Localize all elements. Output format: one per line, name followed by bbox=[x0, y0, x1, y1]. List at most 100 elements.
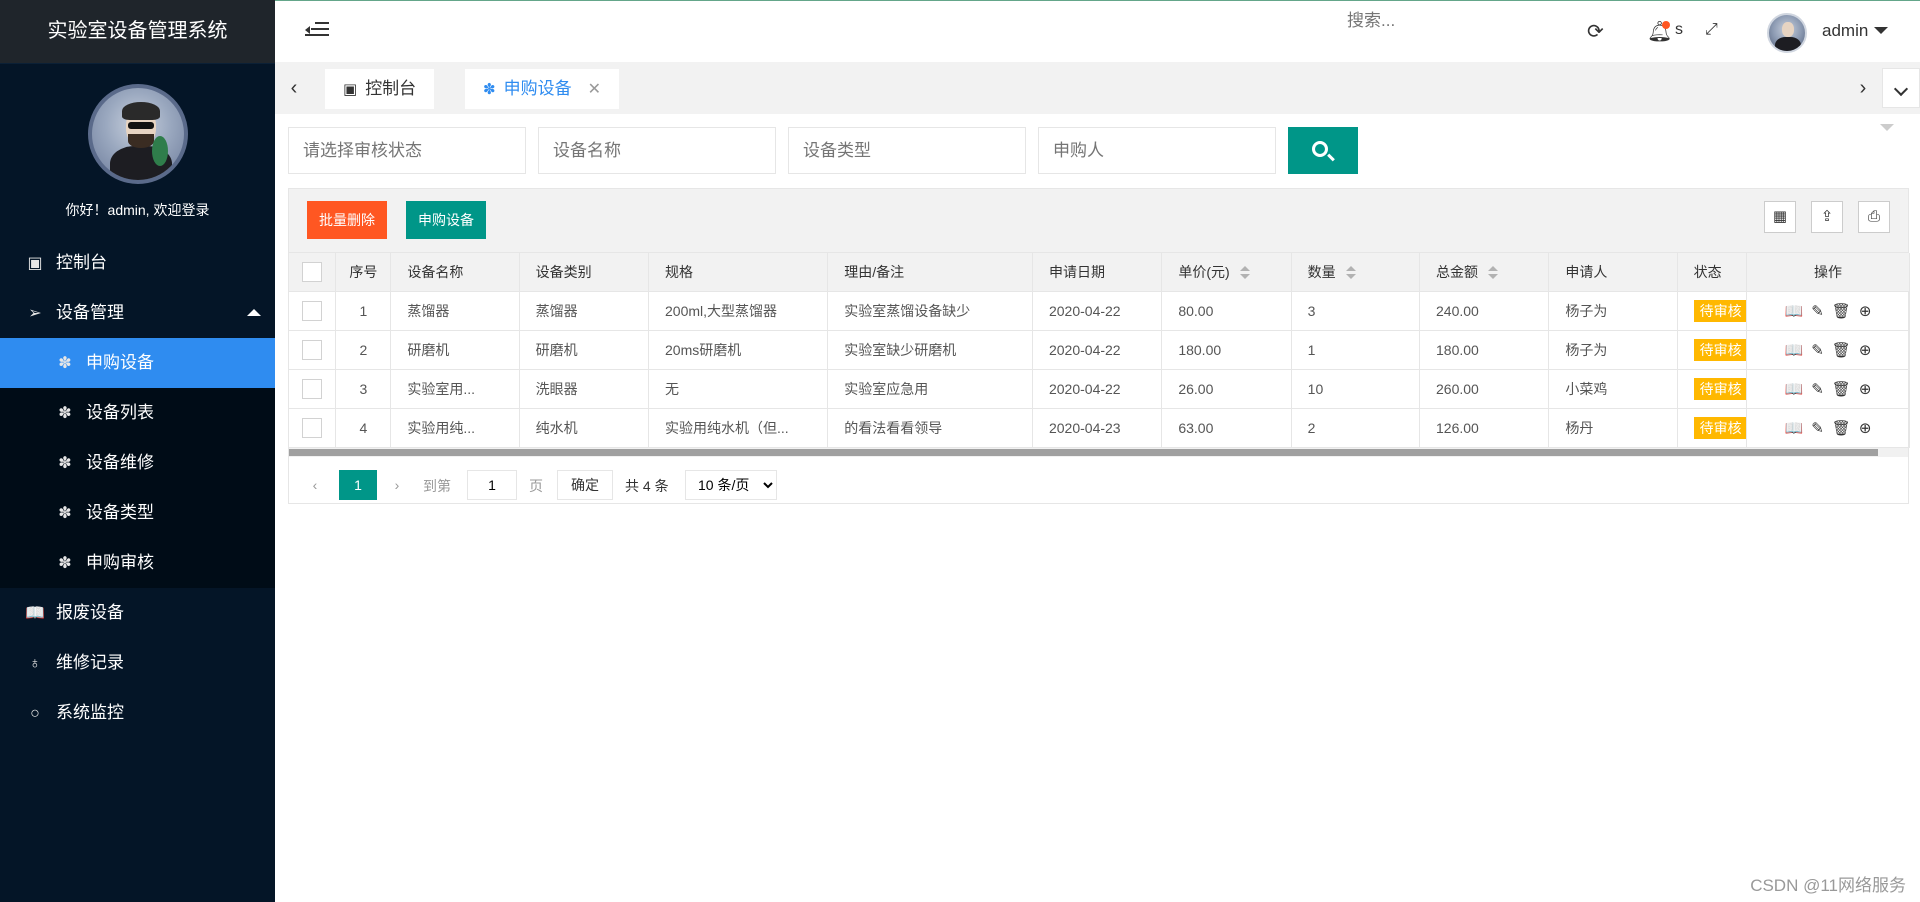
cell-name: 实验室用... bbox=[390, 369, 520, 409]
sort-icon[interactable] bbox=[1488, 266, 1498, 280]
cell-category: 研磨机 bbox=[519, 330, 650, 370]
column-header: 设备名称 bbox=[390, 253, 520, 292]
cell-actions: 📖 ✎ 🗑 ⊕ bbox=[1746, 408, 1911, 448]
page-prev-icon[interactable]: ‹ bbox=[303, 470, 327, 500]
sidebar-item-device-repair[interactable]: ✽ 设备维修 bbox=[0, 438, 275, 488]
sidebar-item-device-management[interactable]: ➢ 设备管理 bbox=[0, 288, 275, 338]
caret-up-icon bbox=[247, 309, 261, 316]
book-icon: 📖 bbox=[25, 605, 45, 622]
sidebar-item-repair-records[interactable]: ♁ 维修记录 bbox=[0, 638, 275, 688]
column-header-sortable[interactable]: 单价(元) bbox=[1161, 253, 1292, 292]
purchase-device-button[interactable]: 申购设备 bbox=[406, 201, 486, 239]
scrollbar-thumb[interactable] bbox=[289, 448, 1878, 456]
search-button[interactable] bbox=[1288, 127, 1358, 174]
cell-name: 蒸馏器 bbox=[390, 291, 520, 331]
avatar[interactable] bbox=[87, 84, 188, 184]
delete-icon[interactable]: 🗑 bbox=[1832, 420, 1851, 437]
search-input[interactable] bbox=[1347, 11, 1467, 31]
cell-status: 待审核 bbox=[1677, 291, 1747, 331]
sidebar-item-label: 设备管理 bbox=[56, 303, 124, 322]
add-circle-icon[interactable]: ⊕ bbox=[1859, 381, 1872, 398]
sidebar-item-purchase-device[interactable]: ✽ 申购设备 bbox=[0, 338, 275, 388]
sidebar-item-dashboard[interactable]: ▣ 控制台 bbox=[0, 238, 275, 288]
tab-purchase-device[interactable]: ✽ 申购设备 ✕ bbox=[465, 69, 619, 109]
nav-menu: ▣ 控制台 ➢ 设备管理 ✽ 申购设备 ✽ 设备列表 ✽ 设备维修 ✽ 设备类型 ✽ 申购审核 bbox=[0, 238, 275, 738]
sidebar-item-purchase-review[interactable]: ✽ 申购审核 bbox=[0, 538, 275, 588]
cell-total: 260.00 bbox=[1419, 369, 1550, 409]
goto-label: 到第 bbox=[423, 477, 451, 494]
row-checkbox[interactable] bbox=[302, 300, 323, 321]
cell-no: 3 bbox=[335, 369, 392, 409]
edit-icon[interactable]: ✎ bbox=[1811, 303, 1824, 320]
edit-icon[interactable]: ✎ bbox=[1811, 420, 1824, 437]
user-avatar[interactable] bbox=[1767, 13, 1807, 53]
edit-icon[interactable]: ✎ bbox=[1811, 342, 1824, 359]
sidebar-item-device-type[interactable]: ✽ 设备类型 bbox=[0, 488, 275, 538]
goto-page-input[interactable] bbox=[467, 469, 517, 500]
user-menu[interactable]: admin bbox=[1822, 21, 1889, 41]
sidebar-item-device-list[interactable]: ✽ 设备列表 bbox=[0, 388, 275, 438]
tab-prev-icon[interactable]: ‹ bbox=[275, 62, 313, 114]
applicant-input[interactable] bbox=[1038, 127, 1276, 174]
table-row: 1 蒸馏器 蒸馏器 200ml,大型蒸馏器 实验室蒸馏设备缺少 2020-04-… bbox=[289, 291, 1911, 331]
sidebar-toggle-icon[interactable] bbox=[305, 18, 329, 42]
row-checkbox[interactable] bbox=[302, 339, 323, 360]
horizontal-scrollbar[interactable] bbox=[289, 447, 1908, 457]
add-circle-icon[interactable]: ⊕ bbox=[1859, 342, 1872, 359]
sidebar-item-system-monitor[interactable]: ○ 系统监控 bbox=[0, 688, 275, 738]
add-circle-icon[interactable]: ⊕ bbox=[1859, 303, 1872, 320]
page-current[interactable]: 1 bbox=[339, 469, 377, 500]
table-toolbar: 批量删除 申购设备 ▦ ⇪ ⎙ bbox=[289, 189, 1908, 253]
close-icon[interactable]: ✕ bbox=[588, 81, 601, 98]
sort-icon[interactable] bbox=[1239, 266, 1250, 280]
tab-dashboard[interactable]: ▣ 控制台 bbox=[325, 69, 435, 109]
sidebar: 实验室设备管理系统 你好！admin, 欢迎登录 ▣ 控制台 ➢ 设备管理 ✽ 申购设… bbox=[0, 0, 275, 902]
view-icon[interactable]: 📖 bbox=[1785, 342, 1804, 359]
export-icon[interactable]: ⇪ bbox=[1811, 201, 1843, 233]
device-type-input[interactable] bbox=[788, 127, 1026, 174]
delete-icon[interactable]: 🗑 bbox=[1832, 342, 1851, 359]
row-checkbox[interactable] bbox=[302, 378, 323, 399]
refresh-icon[interactable]: ⟳ bbox=[1587, 19, 1604, 44]
delete-icon[interactable]: 🗑 bbox=[1832, 381, 1851, 398]
page-size-select[interactable]: 10 条/页 bbox=[685, 469, 777, 500]
print-icon[interactable]: ⎙ bbox=[1858, 201, 1890, 233]
total-count: 共 4 条 bbox=[625, 477, 669, 494]
row-checkbox[interactable] bbox=[302, 417, 323, 438]
row-select-cell bbox=[289, 408, 337, 448]
device-name-input[interactable] bbox=[538, 127, 776, 174]
tab-next-icon[interactable]: › bbox=[1844, 62, 1882, 114]
delete-icon[interactable]: 🗑 bbox=[1832, 303, 1851, 320]
row-select-cell bbox=[289, 369, 337, 409]
sidebar-item-scrapped-devices[interactable]: 📖 报废设备 bbox=[0, 588, 275, 638]
view-icon[interactable]: 📖 bbox=[1785, 420, 1804, 437]
cell-total: 126.00 bbox=[1419, 408, 1550, 448]
tab-menu-chevron-icon[interactable] bbox=[1882, 68, 1920, 108]
cell-price: 26.00 bbox=[1161, 369, 1292, 409]
sidebar-item-label: 设备类型 bbox=[86, 503, 154, 522]
sidebar-item-label: 设备列表 bbox=[86, 403, 154, 422]
column-header: 申请日期 bbox=[1032, 253, 1163, 292]
view-icon[interactable]: 📖 bbox=[1785, 381, 1804, 398]
cell-qty: 3 bbox=[1291, 291, 1421, 331]
collapse-triangle-icon[interactable] bbox=[1880, 124, 1894, 131]
cell-reason: 实验室蒸馏设备缺少 bbox=[827, 291, 1033, 331]
view-icon[interactable]: 📖 bbox=[1785, 303, 1804, 320]
palm-icon: ✽ bbox=[58, 455, 72, 472]
add-circle-icon[interactable]: ⊕ bbox=[1859, 420, 1872, 437]
fullscreen-icon[interactable]: ⤢ bbox=[1705, 21, 1718, 39]
cell-total: 180.00 bbox=[1419, 330, 1550, 370]
select-all-checkbox[interactable] bbox=[302, 261, 323, 282]
edit-icon[interactable]: ✎ bbox=[1811, 381, 1824, 398]
column-header: 序号 bbox=[335, 253, 392, 292]
batch-delete-button[interactable]: 批量删除 bbox=[307, 201, 387, 239]
goto-confirm-button[interactable]: 确定 bbox=[557, 469, 613, 500]
page-next-icon[interactable]: › bbox=[385, 470, 409, 500]
columns-icon[interactable]: ▦ bbox=[1764, 201, 1796, 233]
column-header-sortable[interactable]: 总金额 bbox=[1419, 253, 1550, 292]
sort-icon[interactable] bbox=[1345, 266, 1356, 280]
status-select[interactable] bbox=[288, 127, 526, 174]
column-header-sortable[interactable]: 数量 bbox=[1291, 253, 1421, 292]
cell-spec: 无 bbox=[648, 369, 829, 409]
cell-date: 2020-04-22 bbox=[1032, 291, 1163, 331]
